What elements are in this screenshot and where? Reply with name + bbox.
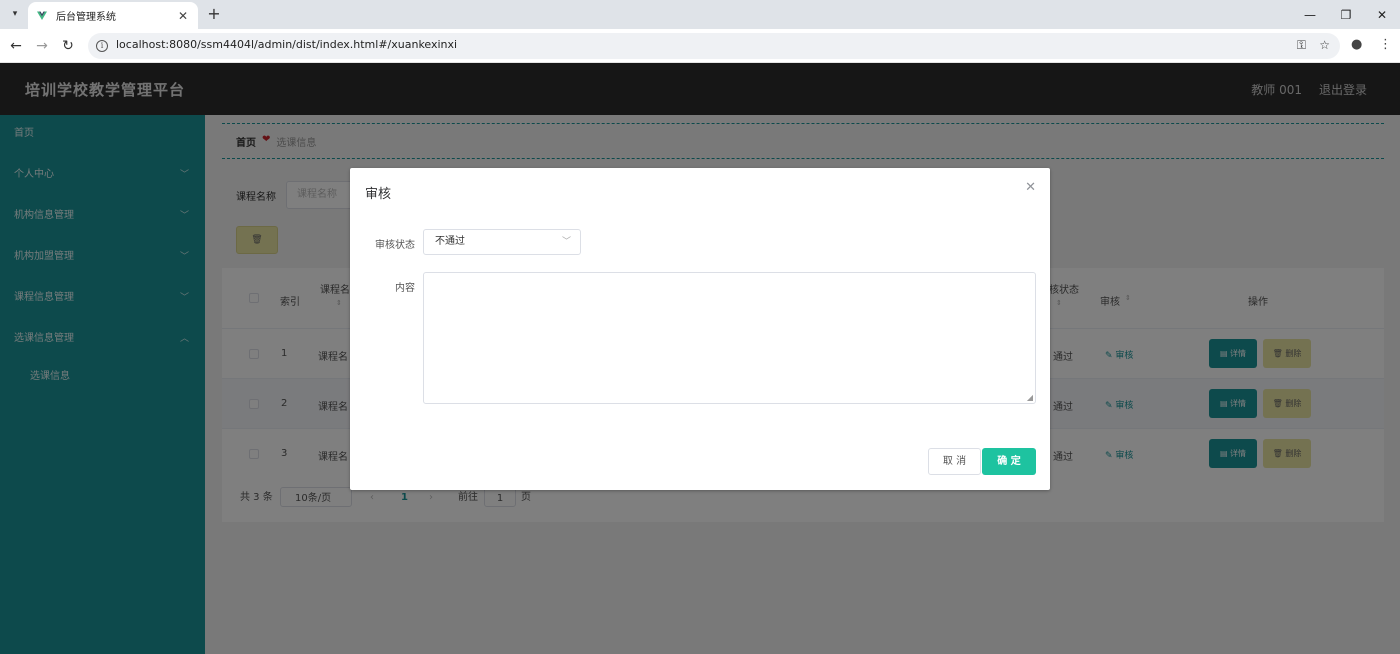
browser-tab[interactable]: 后台管理系统 ✕ — [28, 2, 198, 29]
close-icon[interactable]: ✕ — [1025, 180, 1036, 195]
browser-menu-icon[interactable]: ⋮ — [1379, 37, 1392, 52]
tab-close-icon[interactable]: ✕ — [176, 9, 190, 23]
tab-title: 后台管理系统 — [56, 12, 116, 23]
profile-icon[interactable]: ● — [1351, 37, 1362, 52]
site-info-icon[interactable]: i — [96, 40, 108, 52]
resize-handle-icon[interactable]: ◢ — [1027, 393, 1033, 402]
close-window-icon[interactable]: ✕ — [1364, 0, 1400, 29]
content-label: 内容 — [395, 283, 415, 294]
tab-search-chevron-icon[interactable]: ▾ — [6, 5, 24, 23]
chevron-down-icon: ﹀ — [561, 237, 571, 247]
bookmark-star-icon[interactable]: ☆ — [1319, 38, 1330, 52]
password-key-icon[interactable]: ⚿ — [1297, 38, 1306, 53]
address-bar[interactable]: i localhost:8080/ssm4404l/admin/dist/ind… — [88, 33, 1340, 59]
dialog-title: 审核 — [365, 187, 392, 202]
audit-status-label: 审核状态 — [375, 240, 415, 251]
restore-icon[interactable]: ❐ — [1328, 0, 1364, 29]
browser-toolbar: ← → ↻ i localhost:8080/ssm4404l/admin/di… — [0, 29, 1400, 63]
new-tab-button[interactable]: + — [204, 4, 224, 24]
forward-icon[interactable]: → — [33, 37, 51, 55]
browser-tab-bar: ▾ 后台管理系统 ✕ + — ❐ ✕ — [0, 0, 1400, 29]
window-controls: — ❐ ✕ — [1292, 0, 1400, 29]
audit-status-select[interactable]: 不通过 ﹀ — [423, 229, 581, 255]
minimize-icon[interactable]: — — [1292, 0, 1328, 29]
url-text[interactable]: localhost:8080/ssm4404l/admin/dist/index… — [116, 38, 457, 51]
back-icon[interactable]: ← — [7, 37, 25, 55]
audit-dialog: 审核 ✕ 审核状态 不通过 ﹀ 内容 ◢ 取 消 确 定 — [350, 168, 1050, 490]
audit-status-value: 不通过 — [435, 236, 465, 247]
cancel-button[interactable]: 取 消 — [928, 448, 981, 475]
confirm-button[interactable]: 确 定 — [982, 448, 1036, 475]
content-textarea[interactable]: ◢ — [423, 272, 1036, 404]
reload-icon[interactable]: ↻ — [59, 37, 77, 55]
vue-logo-icon — [37, 11, 47, 20]
